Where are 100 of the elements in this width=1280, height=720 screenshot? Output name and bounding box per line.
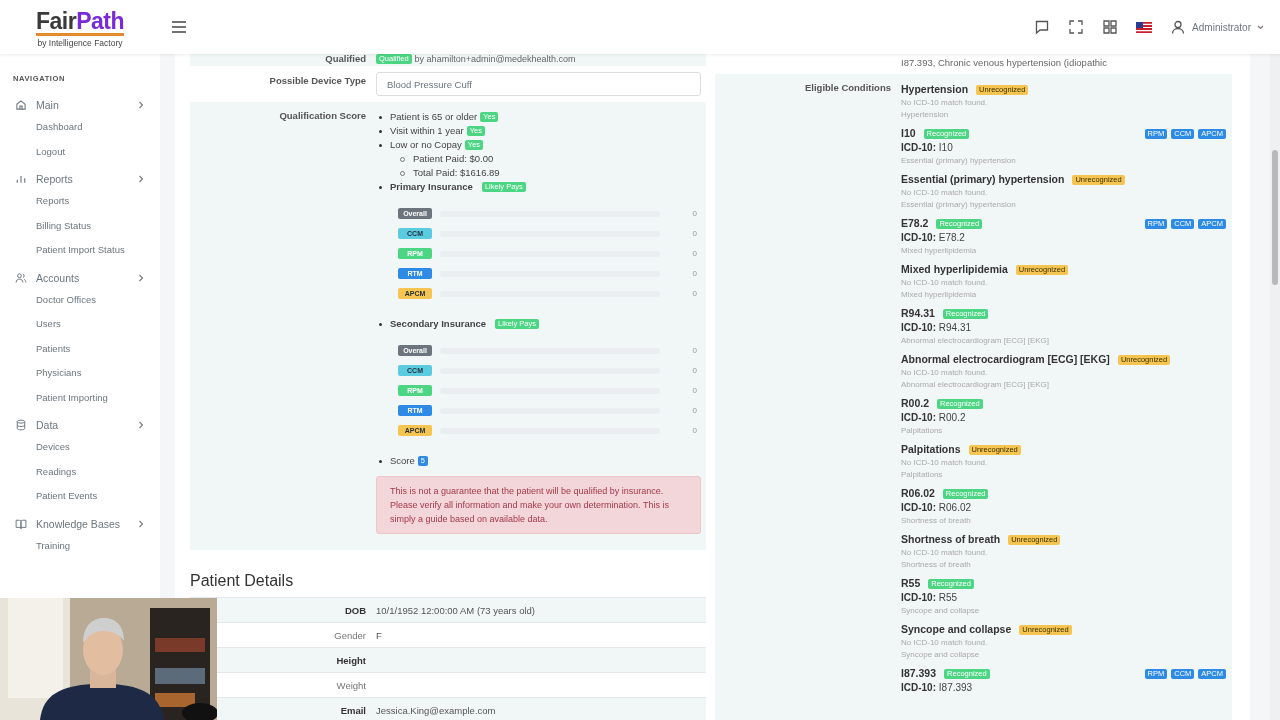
condition-description: Essential (primary) hypertension	[901, 155, 1017, 167]
condition-name: R94.31	[901, 306, 935, 321]
database-icon	[15, 419, 27, 431]
users-icon	[15, 271, 27, 284]
field-label: Email	[339, 704, 366, 716]
icd-code: ICD-10: I10	[901, 141, 954, 155]
bar-value: 0	[692, 426, 697, 435]
condition-name: I10	[901, 126, 916, 141]
condition-name: Essential (primary) hypertension	[901, 172, 1065, 187]
match-note: No ICD-10 match found.	[901, 97, 989, 109]
field-value: Jessica.King@example.com	[376, 704, 497, 716]
bar-value: 0	[692, 346, 697, 355]
field-label: DOB	[343, 604, 366, 616]
match-note: No ICD-10 match found.	[901, 277, 989, 289]
nav-item[interactable]: Users	[36, 317, 61, 330]
nav-item[interactable]: Patient Events	[36, 489, 98, 502]
match-note: No ICD-10 match found.	[901, 367, 989, 379]
section-title: Patient Details	[190, 572, 295, 590]
condition-description: Palpitations	[901, 425, 944, 437]
nav-item[interactable]: Patient Importing	[36, 390, 108, 404]
nav-item[interactable]: Physicians	[36, 366, 82, 379]
criterion-text: Visit within 1 year	[390, 124, 464, 138]
criterion-text: Low or no Copay	[390, 138, 462, 152]
user-menu[interactable]: Administrator	[1170, 19, 1264, 35]
match-note: No ICD-10 match found.	[901, 547, 989, 559]
condition-description: Syncope and collapse	[901, 605, 981, 617]
icd-code: ICD-10: R55	[901, 591, 959, 605]
condition-description: Shortness of breath	[901, 559, 972, 571]
chevron-icon	[138, 101, 144, 109]
condition-name: Hypertension	[901, 82, 969, 97]
nav-item[interactable]: Readings	[36, 464, 77, 478]
condition-description: Mixed hyperlipidemia	[901, 245, 978, 257]
book-icon	[15, 517, 27, 530]
nav-item[interactable]: Billing Status	[36, 218, 91, 232]
nav-section[interactable]: Accounts	[15, 267, 144, 288]
bar-value: 0	[692, 249, 697, 258]
nav-item[interactable]: Dashboard	[36, 120, 83, 133]
nav-item[interactable]: Patient Import Status	[36, 243, 125, 256]
bar-value: 0	[692, 386, 697, 395]
condition-text: I87.393, Chronic venous hypertension (idiopathic	[900, 56, 1108, 70]
nav-item[interactable]: Patients	[36, 341, 71, 355]
flag-icon[interactable]	[1136, 21, 1153, 33]
field-label: Weight	[335, 679, 366, 691]
icd-code: ICD-10: E78.2	[901, 231, 966, 245]
chevron-icon	[138, 175, 144, 183]
condition-description: Abnormal electrocardiogram [ECG] [EKG]	[901, 379, 1051, 391]
nav-section[interactable]: Knowledge Bases	[15, 513, 144, 534]
field-label: Gender	[333, 629, 366, 641]
nav-item[interactable]: Training	[36, 538, 70, 552]
nav-item[interactable]: Doctor Offices	[36, 292, 96, 306]
field-value: F	[376, 629, 383, 641]
match-note: No ICD-10 match found.	[901, 637, 989, 649]
condition-description: Syncope and collapse	[901, 649, 981, 661]
field-value: 10/1/1952 12:00:00 AM (73 years old)	[376, 604, 536, 616]
nav-section[interactable]: Data	[15, 415, 144, 435]
fullscreen-icon[interactable]	[1068, 19, 1085, 35]
insurance-title: Secondary Insurance	[390, 317, 487, 331]
payment-text: Patient Paid: $0.00	[413, 152, 494, 166]
app-logo[interactable]: FairPath by Intelligence Factory	[0, 6, 160, 48]
chat-icon[interactable]	[1034, 19, 1051, 35]
nav-item[interactable]: Devices	[36, 440, 70, 453]
condition-description: Hypertension	[901, 109, 950, 121]
bar-value: 0	[692, 209, 697, 218]
field-label: Height	[335, 654, 366, 666]
bar-value: 0	[692, 406, 697, 415]
bar-value: 0	[692, 229, 697, 238]
condition-name: E78.2	[901, 216, 929, 231]
caret-icon	[1257, 24, 1264, 30]
condition-name: Shortness of breath	[901, 532, 1001, 547]
nav-item[interactable]: Logout	[36, 144, 66, 158]
condition-name: Syncope and collapse	[901, 622, 1012, 637]
user-icon	[1170, 19, 1187, 35]
menu-icon[interactable]	[172, 21, 186, 33]
chevron-icon	[138, 273, 144, 282]
condition-name: Abnormal electrocardiogram [ECG] [EKG]	[901, 352, 1110, 367]
bar-value: 0	[692, 289, 697, 298]
icd-code: ICD-10: R00.2	[901, 411, 967, 425]
match-note: No ICD-10 match found.	[901, 187, 989, 199]
insurance-title: Primary Insurance	[390, 180, 473, 194]
nav-section[interactable]: Main	[15, 95, 144, 115]
field-label: Possible Device Type	[268, 74, 366, 86]
icd-code: ICD-10: R06.02	[901, 501, 973, 515]
apps-grid-icon[interactable]	[1102, 19, 1119, 35]
chevron-icon	[138, 519, 144, 528]
chevron-icon	[138, 421, 144, 429]
condition-description: Essential (primary) hypertension	[901, 199, 1017, 211]
condition-description: Abnormal electrocardiogram [ECG] [EKG]	[901, 335, 1051, 347]
condition-name: R55	[901, 576, 921, 591]
score-label: Score	[390, 454, 415, 468]
field-label: Eligible Conditions	[803, 82, 891, 95]
condition-name: R06.02	[901, 486, 935, 501]
bar-value: 0	[692, 269, 697, 278]
home-icon	[15, 99, 27, 111]
nav-item[interactable]: Reports	[36, 194, 70, 207]
payment-text: Total Paid: $1616.89	[413, 166, 500, 180]
condition-description: Palpitations	[901, 469, 944, 481]
condition-name: I87.393	[901, 666, 937, 681]
condition-name: Palpitations	[901, 442, 961, 457]
device-type-field[interactable]: Blood Pressure Cuff	[376, 72, 701, 96]
nav-section[interactable]: Reports	[15, 169, 144, 189]
